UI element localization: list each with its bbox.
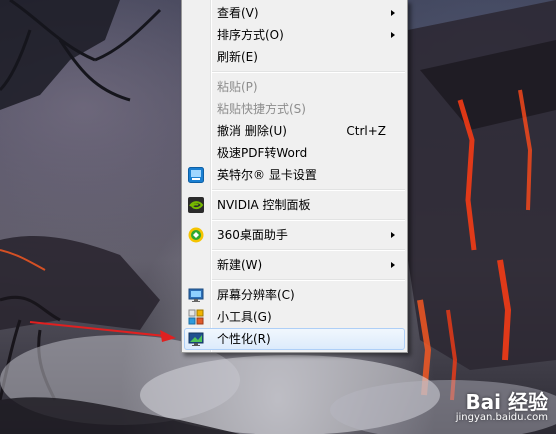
menu-item-label: 粘贴(P) [217, 80, 258, 94]
menu-item-label: 刷新(E) [217, 50, 258, 64]
menu-item-paste-shortcut[interactable]: 粘贴快捷方式(S) [184, 98, 405, 120]
menu-separator [212, 71, 405, 73]
menu-separator [212, 279, 405, 281]
menu-item-label: 新建(W) [217, 258, 263, 272]
menu-item-undo-delete[interactable]: 撤消 删除(U) Ctrl+Z [184, 120, 405, 142]
watermark-url: jingyan.baidu.com [455, 412, 548, 423]
watermark-brand: Bai 经验 [465, 390, 548, 414]
menu-item-screen-resolution[interactable]: 屏幕分辨率(C) [184, 284, 405, 306]
menu-item-refresh[interactable]: 刷新(E) [184, 46, 405, 68]
submenu-arrow-icon [391, 262, 395, 268]
menu-item-new[interactable]: 新建(W) [184, 254, 405, 276]
menu-item-label: 360桌面助手 [217, 228, 288, 242]
menu-separator [212, 219, 405, 221]
shortcut-label: Ctrl+Z [346, 124, 386, 138]
nvidia-icon [188, 197, 204, 213]
menu-item-label: 小工具(G) [217, 310, 272, 324]
menu-item-360-desktop-assistant[interactable]: 360桌面助手 [184, 224, 405, 246]
menu-item-label: 粘贴快捷方式(S) [217, 102, 306, 116]
personalize-icon [188, 331, 204, 347]
menu-item-pdf-to-word[interactable]: 极速PDF转Word [184, 142, 405, 164]
menu-item-personalize[interactable]: 个性化(R) [184, 328, 405, 350]
menu-item-label: 屏幕分辨率(C) [217, 288, 295, 302]
menu-item-view[interactable]: 查看(V) [184, 2, 405, 24]
screen-resolution-icon [188, 287, 204, 303]
menu-item-gadgets[interactable]: 小工具(G) [184, 306, 405, 328]
menu-item-label: NVIDIA 控制面板 [217, 198, 311, 212]
baidu-jingyan-watermark: Bai 经验 jingyan.baidu.com [398, 386, 548, 426]
menu-item-label: 极速PDF转Word [217, 146, 308, 160]
menu-separator [212, 189, 405, 191]
menu-item-label: 排序方式(O) [217, 28, 284, 42]
menu-item-label: 英特尔® 显卡设置 [217, 168, 317, 182]
menu-item-label: 查看(V) [217, 6, 259, 20]
gadgets-icon [188, 309, 204, 325]
menu-item-label: 个性化(R) [217, 332, 271, 346]
menu-item-paste[interactable]: 粘贴(P) [184, 76, 405, 98]
360-icon [188, 227, 204, 243]
submenu-arrow-icon [391, 232, 395, 238]
menu-separator [212, 249, 405, 251]
intel-graphics-icon [188, 167, 204, 183]
menu-item-label: 撤消 删除(U) [217, 124, 287, 138]
menu-item-nvidia-control-panel[interactable]: NVIDIA 控制面板 [184, 194, 405, 216]
submenu-arrow-icon [391, 32, 395, 38]
menu-item-intel-graphics[interactable]: 英特尔® 显卡设置 [184, 164, 405, 186]
context-menu: 查看(V) 排序方式(O) 刷新(E) 粘贴(P) 粘贴快捷方式(S) 撤消 删… [181, 0, 408, 353]
menu-item-sort-by[interactable]: 排序方式(O) [184, 24, 405, 46]
submenu-arrow-icon [391, 10, 395, 16]
